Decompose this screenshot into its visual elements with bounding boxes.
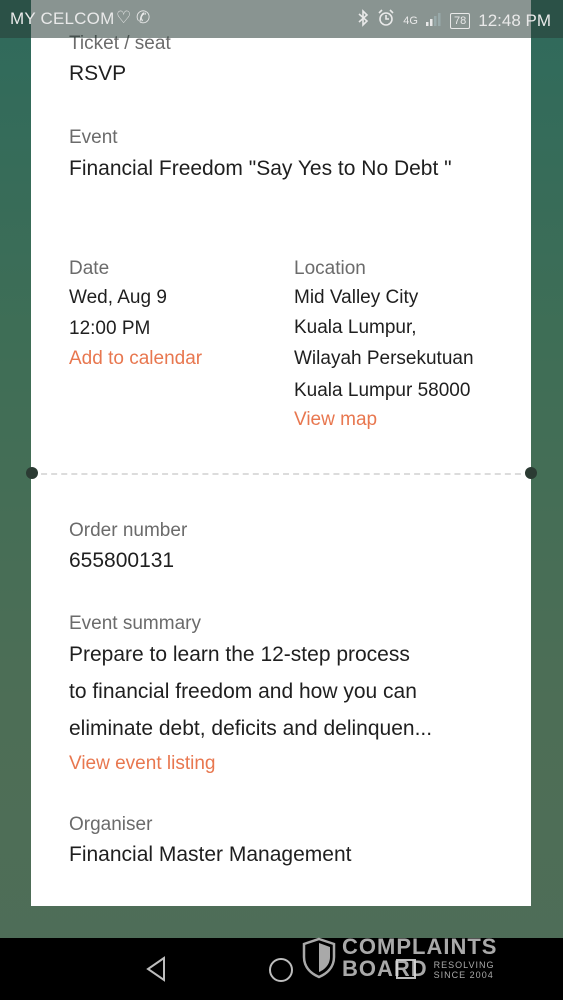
ticket-notch-right	[525, 467, 537, 479]
back-triangle-icon	[146, 956, 165, 982]
shield-logo-icon	[302, 937, 336, 979]
watermark-text: COMPLAINTS BOARD RESOLVING SINCE 2004	[342, 934, 498, 981]
network-type: 4G	[403, 14, 418, 27]
ticket-card: Ticket / seat RSVP Event Financial Freed…	[31, 0, 531, 906]
bluetooth-icon	[357, 9, 369, 32]
alarm-icon	[377, 9, 395, 32]
status-right: 4G 78 12:48 PM	[357, 9, 551, 32]
carrier-name: MY CELCOM	[10, 9, 115, 28]
watermark-line-1: COMPLAINTS	[342, 934, 498, 959]
watermark-sub-1: RESOLVING	[433, 960, 495, 970]
organiser-value: Financial Master Management	[69, 843, 352, 866]
event-summary-label: Event summary	[69, 613, 201, 634]
complaints-board-watermark: COMPLAINTS BOARD RESOLVING SINCE 2004	[302, 936, 497, 980]
home-circle-icon	[269, 958, 293, 982]
view-event-listing-link[interactable]: View event listing	[69, 753, 215, 775]
event-title: Financial Freedom "Say Yes to No Debt "	[69, 157, 452, 180]
location-line-4: Kuala Lumpur 58000	[294, 380, 471, 401]
signal-icon	[425, 11, 442, 31]
order-number-label: Order number	[69, 520, 188, 541]
status-bar: MY CELCOM ♡ ✆ 4G 78 12:48 PM	[0, 0, 563, 38]
event-time: 12:00 PM	[69, 318, 151, 339]
view-map-link[interactable]: View map	[294, 409, 377, 431]
back-button[interactable]	[144, 956, 168, 987]
event-summary-line-1: Prepare to learn the 12-step process	[69, 643, 410, 666]
date-label: Date	[69, 258, 110, 279]
location-line-1: Mid Valley City	[294, 287, 419, 308]
location-line-2: Kuala Lumpur,	[294, 317, 417, 338]
organiser-label: Organiser	[69, 814, 153, 835]
event-date: Wed, Aug 9	[69, 287, 167, 308]
watermark-tagline: RESOLVING SINCE 2004	[434, 960, 495, 980]
event-summary-line-2: to financial freedom and how you can	[69, 680, 417, 703]
home-button[interactable]	[268, 957, 294, 988]
ticket-perforation	[31, 473, 531, 475]
ticket-notch-left	[26, 467, 38, 479]
watermark-line-2: BOARD	[342, 956, 428, 981]
add-to-calendar-link[interactable]: Add to calendar	[69, 348, 202, 370]
watermark-sub-2: SINCE 2004	[433, 970, 494, 980]
event-label: Event	[69, 127, 118, 148]
battery-indicator: 78	[449, 12, 471, 29]
order-number-value: 655800131	[69, 549, 175, 572]
event-summary-line-3: eliminate debt, deficits and delinquen..…	[69, 717, 433, 740]
location-line-3: Wilayah Persekutuan	[294, 348, 474, 369]
location-label: Location	[294, 258, 366, 279]
clock: 12:48 PM	[478, 10, 551, 30]
ticket-seat-value: RSVP	[69, 62, 127, 85]
notification-icons: ♡ ✆	[116, 8, 151, 27]
